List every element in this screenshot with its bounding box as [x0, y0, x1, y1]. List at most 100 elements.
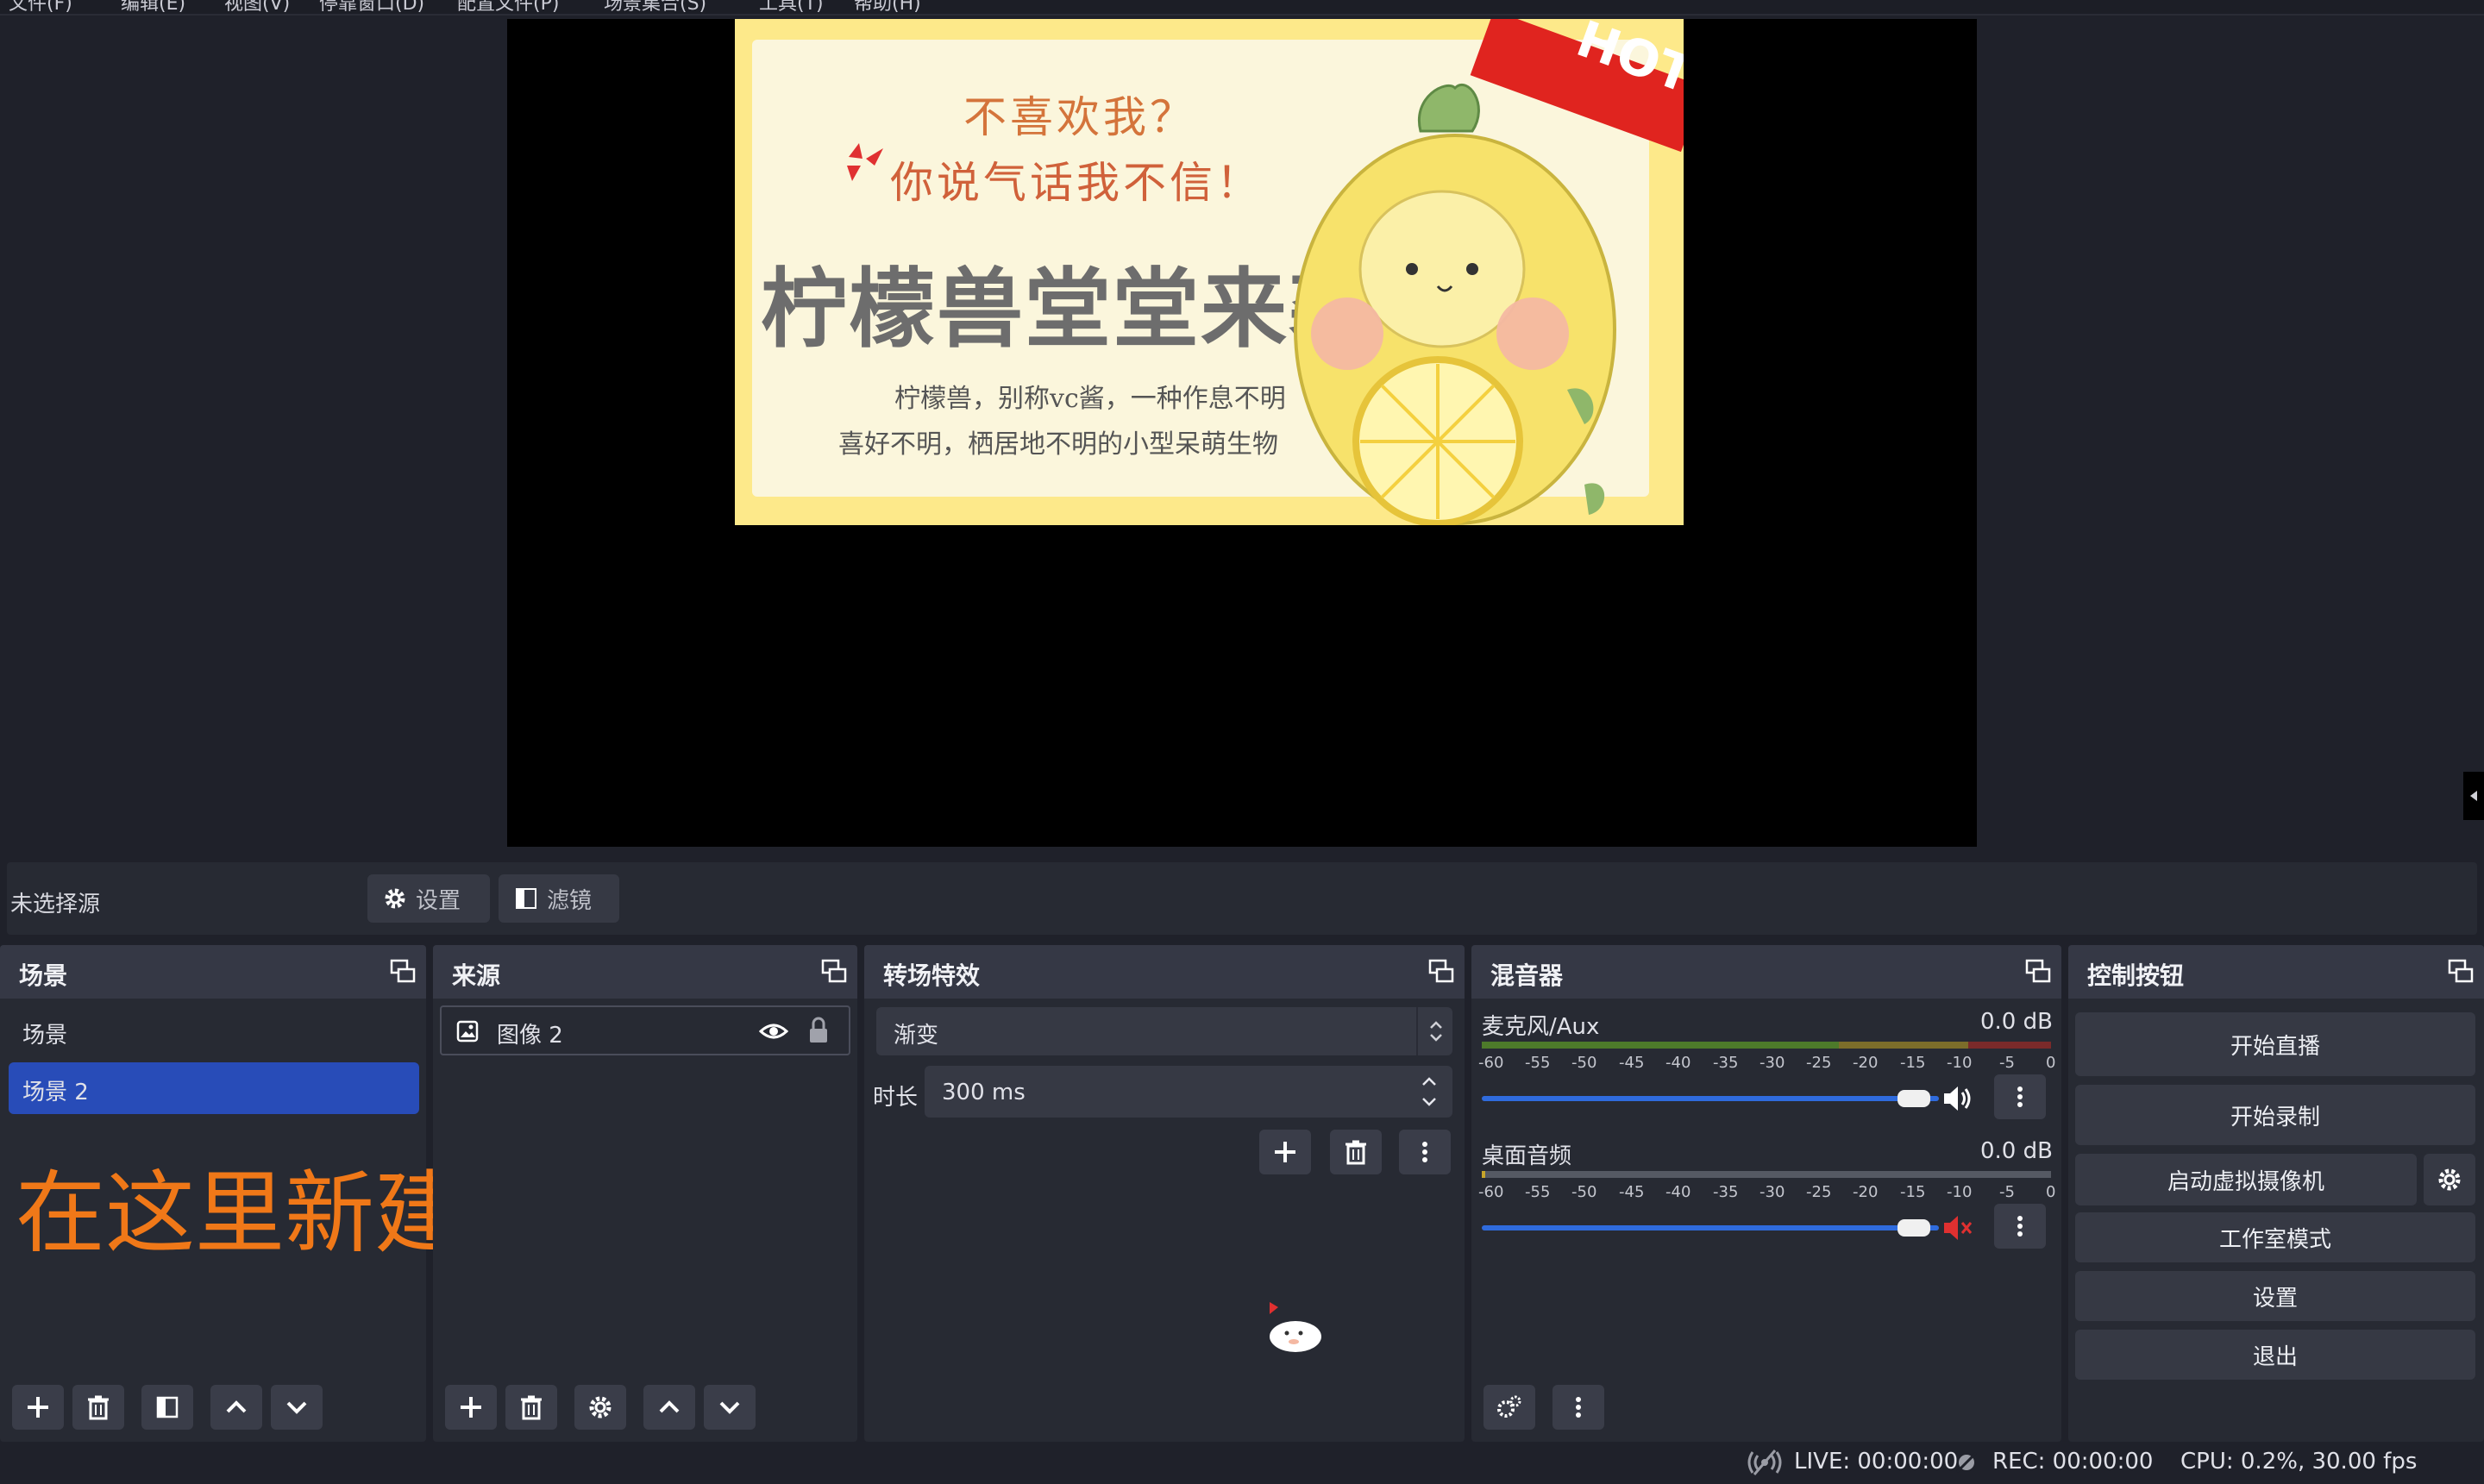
start-streaming-button[interactable]: 开始直播: [2075, 1012, 2475, 1076]
scale-tick: -40: [1665, 1183, 1691, 1201]
source-settings-button[interactable]: 设置: [367, 874, 490, 923]
add-source-button[interactable]: [445, 1385, 497, 1430]
mixer-scale: -60 -55 -50 -45 -40 -35 -30 -25 -20 -15 …: [1478, 1183, 2056, 1202]
scale-tick: -5: [1999, 1183, 2015, 1201]
menu-profile[interactable]: 配置文件(P): [457, 0, 559, 16]
move-scene-up-button[interactable]: [210, 1385, 262, 1430]
menu-tools[interactable]: 工具(T): [759, 0, 824, 16]
more-vertical-icon: [2017, 1216, 2023, 1237]
level-meter-yellow: [1839, 1042, 1968, 1049]
mixer-menu-button[interactable]: [1552, 1385, 1604, 1430]
source-properties-button[interactable]: [574, 1385, 626, 1430]
mixer-channel-db: 0.0 dB: [1980, 1009, 2053, 1035]
mixer-channel-db: 0.0 dB: [1980, 1138, 2053, 1164]
start-recording-button[interactable]: 开始录制: [2075, 1085, 2475, 1145]
studio-mode-button[interactable]: 工作室模式: [2075, 1212, 2475, 1262]
source-filters-button[interactable]: 滤镜: [499, 874, 619, 923]
eye-icon[interactable]: [759, 1019, 788, 1043]
source-item[interactable]: 图像 2: [440, 1005, 850, 1055]
move-source-up-button[interactable]: [643, 1385, 695, 1430]
menu-view[interactable]: 视图(V): [224, 0, 290, 16]
collapse-handle[interactable]: [2463, 772, 2484, 820]
sources-title: 来源: [452, 961, 501, 990]
move-source-down-button[interactable]: [704, 1385, 756, 1430]
scale-tick: -25: [1806, 1183, 1832, 1201]
transition-select[interactable]: 渐变: [876, 1007, 1452, 1055]
scale-tick: -20: [1853, 1183, 1879, 1201]
image-desc-line1: 柠檬兽，别称vc酱，一种作息不明: [894, 384, 1286, 414]
scale-tick: -50: [1571, 1183, 1597, 1201]
scale-tick: -20: [1853, 1054, 1879, 1072]
mixer-scale: -60 -55 -50 -45 -40 -35 -30 -25 -20 -15 …: [1478, 1054, 2056, 1073]
lemon-mascot-illustration: [1294, 83, 1616, 525]
move-scene-down-button[interactable]: [271, 1385, 323, 1430]
remove-scene-button[interactable]: [72, 1385, 124, 1430]
controls-dock-header: 控制按钮: [2068, 945, 2484, 999]
scale-tick: -15: [1900, 1054, 1926, 1072]
float-dock-icon[interactable]: [2025, 959, 2051, 985]
menu-help[interactable]: 帮助(H): [854, 0, 921, 16]
speaker-muted-icon[interactable]: [1941, 1212, 1973, 1243]
menu-file[interactable]: 文件(F): [9, 0, 72, 16]
scale-tick: -45: [1619, 1054, 1645, 1072]
mixer-channel-name: 麦克风/Aux: [1482, 1014, 1600, 1040]
transitions-title: 转场特效: [883, 961, 981, 990]
scene-item-selected[interactable]: 场景 2: [9, 1062, 419, 1114]
volume-slider[interactable]: [1482, 1096, 1939, 1101]
scale-tick: -55: [1525, 1054, 1551, 1072]
chevron-up-icon: [226, 1400, 247, 1413]
anger-icon: [847, 143, 883, 181]
add-transition-button[interactable]: [1259, 1130, 1311, 1174]
chevron-down-icon: [286, 1401, 307, 1414]
sources-dock: 来源 图像 2: [433, 945, 857, 1442]
float-dock-icon[interactable]: [390, 959, 416, 985]
mixer-channel-menu-button[interactable]: [1994, 1074, 2046, 1119]
scale-tick: -30: [1760, 1054, 1785, 1072]
menu-edit[interactable]: 编辑(E): [121, 0, 185, 16]
scene-filters-button[interactable]: [141, 1385, 193, 1430]
start-virtual-camera-button[interactable]: 启动虚拟摄像机: [2075, 1154, 2417, 1205]
rec-icon: [1955, 1451, 1978, 1474]
level-meter-red: [1968, 1042, 2051, 1049]
cute-sticker-icon: [1270, 1302, 1321, 1352]
filters-label: 滤镜: [547, 887, 593, 914]
volume-slider-handle[interactable]: [1898, 1090, 1930, 1107]
more-vertical-icon: [2017, 1086, 2023, 1107]
virtual-camera-settings-button[interactable]: [2424, 1154, 2475, 1205]
advanced-audio-button[interactable]: [1484, 1385, 1535, 1430]
select-divider: [1416, 1007, 1418, 1055]
exit-button[interactable]: 退出: [2075, 1330, 2475, 1380]
more-vertical-icon: [1422, 1142, 1427, 1162]
duration-spinbox[interactable]: 300 ms: [925, 1066, 1452, 1118]
float-dock-icon[interactable]: [1428, 959, 1454, 985]
preview-image-source[interactable]: HOT 不喜欢我？ 你说气话我不信！ 柠檬兽堂堂来袭 柠檬兽，别称vc酱，一种作…: [735, 19, 1684, 525]
volume-slider[interactable]: [1482, 1225, 1939, 1230]
remove-transition-button[interactable]: [1330, 1130, 1382, 1174]
lock-icon[interactable]: [807, 1016, 830, 1045]
image-text-line1: 不喜欢我？: [963, 92, 1196, 142]
live-timer: LIVE: 00:00:00: [1794, 1449, 1959, 1475]
no-source-label: 未选择源: [10, 892, 101, 917]
spin-arrows-icon[interactable]: [1418, 1071, 1440, 1112]
float-dock-icon[interactable]: [821, 959, 847, 985]
gear-icon: [385, 888, 405, 909]
live-signal-icon: [1747, 1450, 1782, 1475]
menu-scene-collection[interactable]: 场景集合(S): [604, 0, 706, 16]
mixer-channel-menu-button[interactable]: [1994, 1204, 2046, 1249]
settings-button[interactable]: 设置: [2075, 1271, 2475, 1321]
transitions-dock-header: 转场特效: [864, 945, 1465, 999]
menu-docks[interactable]: 停靠窗口(D): [319, 0, 424, 16]
chevron-left-icon: [2470, 791, 2477, 801]
scale-tick: -10: [1947, 1183, 1973, 1201]
volume-slider-handle[interactable]: [1898, 1219, 1930, 1237]
plus-icon: [1275, 1142, 1295, 1162]
remove-source-button[interactable]: [505, 1385, 557, 1430]
transition-menu-button[interactable]: [1399, 1130, 1451, 1174]
filter-icon: [516, 888, 536, 909]
add-scene-button[interactable]: [12, 1385, 64, 1430]
float-dock-icon[interactable]: [2448, 959, 2474, 985]
scene-item[interactable]: 场景: [22, 1018, 67, 1049]
speaker-icon[interactable]: [1941, 1083, 1973, 1114]
trash-icon: [88, 1395, 109, 1420]
scale-tick: -50: [1571, 1054, 1597, 1072]
